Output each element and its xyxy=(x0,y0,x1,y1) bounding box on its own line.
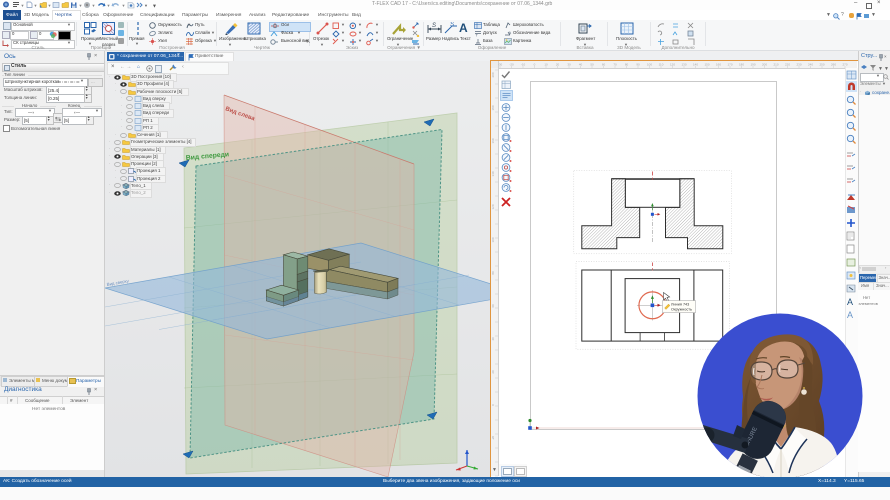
svg-text:S: S xyxy=(450,22,454,28)
svg-text:▼: ▼ xyxy=(152,4,157,10)
svg-text:▼: ▼ xyxy=(92,3,96,8)
svg-text:▼: ▼ xyxy=(79,3,83,8)
svg-text:▼: ▼ xyxy=(884,66,888,72)
svg-text:▼: ▼ xyxy=(122,3,126,8)
svg-text:▼: ▼ xyxy=(878,66,883,72)
svg-text:▼: ▼ xyxy=(107,3,111,8)
svg-text:А: А xyxy=(847,297,853,307)
svg-text:▼: ▼ xyxy=(48,3,52,8)
svg-text:Линия 743: Линия 743 xyxy=(671,303,689,307)
svg-text:▼: ▼ xyxy=(21,3,25,8)
svg-text:Окружность: Окружность xyxy=(671,308,692,312)
svg-text:▼: ▼ xyxy=(34,3,38,8)
svg-text:S: S xyxy=(432,23,436,29)
svg-text:▼: ▼ xyxy=(144,3,148,8)
svg-text:A: A xyxy=(509,30,512,35)
